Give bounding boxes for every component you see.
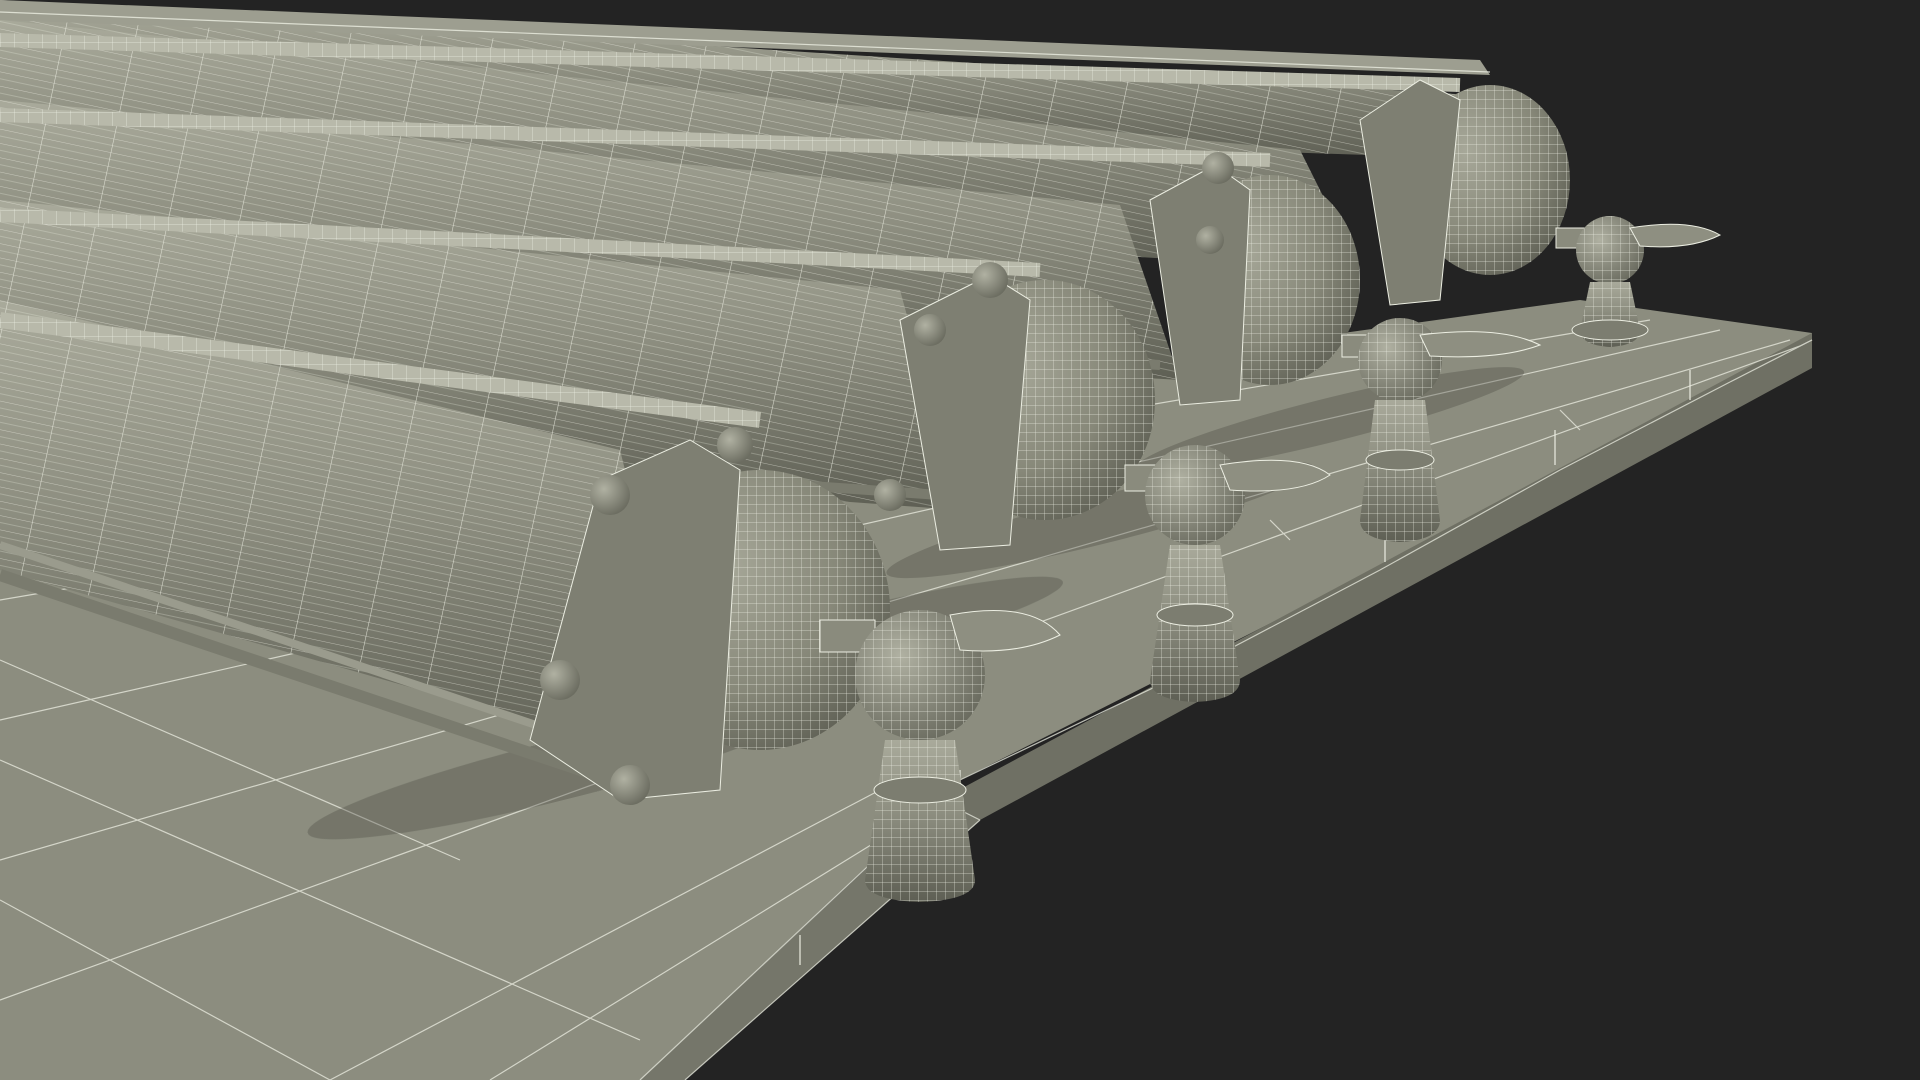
wireframe-scene <box>0 0 1813 1080</box>
render-viewport <box>0 0 1920 1080</box>
